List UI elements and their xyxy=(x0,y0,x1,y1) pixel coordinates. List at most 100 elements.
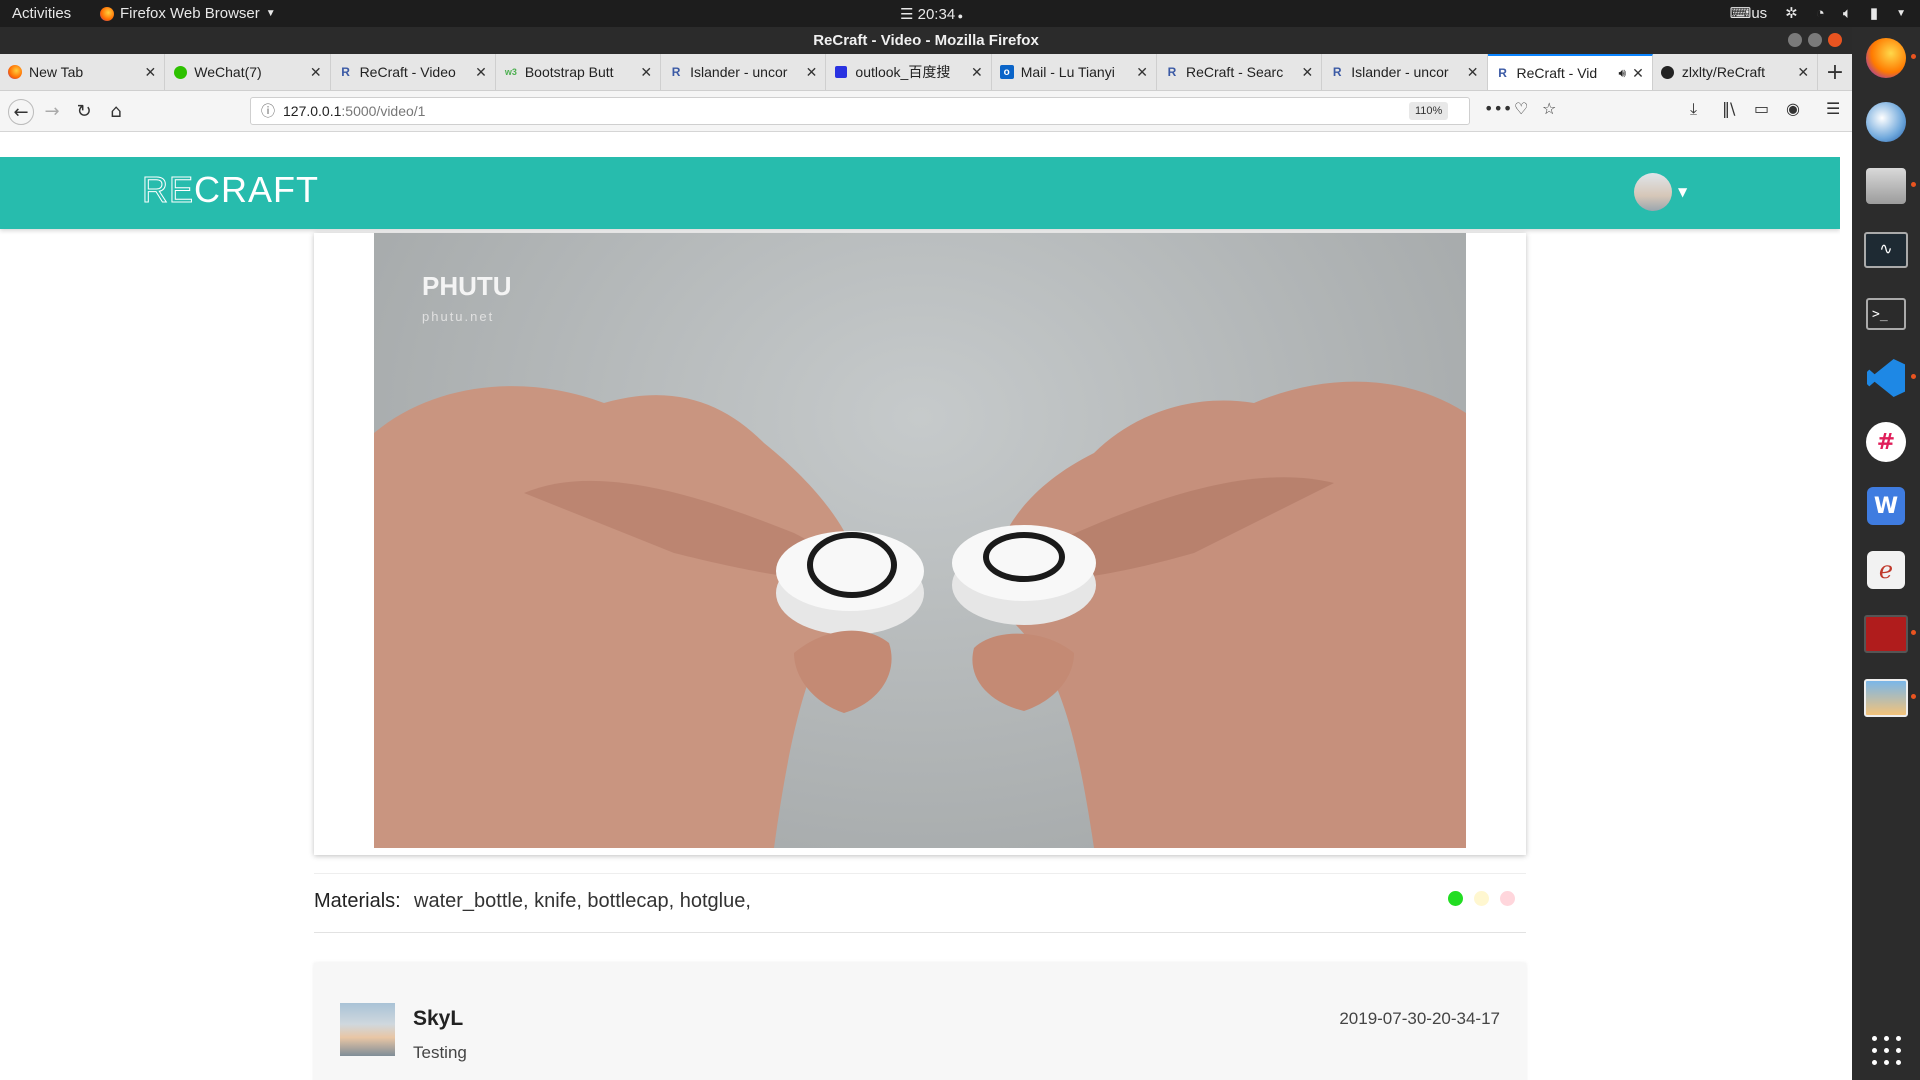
firefox-icon xyxy=(8,65,22,79)
wps-writer-icon[interactable]: W xyxy=(1863,483,1909,529)
navigation-toolbar: ← → ↻ ⌂ ⓘ 127.0.0.1:5000/video/1 110% ••… xyxy=(0,91,1852,132)
tab-label: Islander - uncor xyxy=(690,64,788,80)
tab-label: Mail - Lu Tianyi xyxy=(1020,64,1115,80)
logo-outline-text: RE xyxy=(141,169,195,211)
comment-username[interactable]: SkyL xyxy=(413,1007,463,1031)
app-menu-label: Firefox Web Browser xyxy=(120,5,260,22)
firefox-icon[interactable] xyxy=(1863,35,1916,81)
library-icon[interactable]: ‖\ xyxy=(1722,99,1735,118)
tab-baidu[interactable]: outlook_百度搜 ✕ xyxy=(826,54,992,90)
page-actions-button[interactable]: ••• xyxy=(1484,99,1512,118)
page-content: RECRAFT ▼ PHUTU phutu.net Materials: wat… xyxy=(0,157,1840,1080)
draw-icon[interactable]: ℯ xyxy=(1863,547,1909,593)
reload-button[interactable]: ↻ xyxy=(72,99,96,123)
status-dot-green xyxy=(1448,891,1463,906)
clock-time: 20:34 xyxy=(917,6,956,23)
forward-button[interactable]: → xyxy=(40,99,64,123)
activities-button[interactable]: Activities xyxy=(12,5,71,22)
tab-wechat[interactable]: WeChat(7) ✕ xyxy=(165,54,331,90)
input-method-icon[interactable]: ✲ xyxy=(1785,4,1798,22)
window-controls xyxy=(1788,33,1842,47)
tab-recraft-search[interactable]: R ReCraft - Searc ✕ xyxy=(1157,54,1323,90)
info-icon[interactable]: ⓘ xyxy=(261,98,275,124)
user-menu[interactable]: ▼ xyxy=(1634,173,1687,211)
chevron-down-icon: ▼ xyxy=(265,8,276,19)
new-tab-button[interactable]: + xyxy=(1818,54,1852,90)
outlook-icon: o xyxy=(999,65,1014,79)
home-button[interactable]: ⌂ xyxy=(104,99,128,123)
video-card: PHUTU phutu.net xyxy=(314,233,1526,855)
wechat-icon xyxy=(173,65,187,79)
close-window-button[interactable] xyxy=(1828,33,1842,47)
close-icon[interactable]: ✕ xyxy=(1632,65,1644,82)
maximize-button[interactable] xyxy=(1808,33,1822,47)
files-icon[interactable] xyxy=(1863,163,1916,209)
close-icon[interactable]: ✕ xyxy=(806,64,818,81)
notification-dot-icon: ● xyxy=(955,11,964,21)
recraft-icon: R xyxy=(1498,66,1507,80)
tab-label: Islander - uncor xyxy=(1351,64,1449,80)
terminal-icon[interactable]: >_ xyxy=(1863,291,1909,337)
close-icon[interactable]: ✕ xyxy=(1302,64,1314,81)
tab-recraft-video-active[interactable]: R ReCraft - Vid 🔊︎ ✕ xyxy=(1487,54,1653,90)
site-logo[interactable]: RECRAFT xyxy=(141,169,319,211)
github-icon xyxy=(1661,65,1675,79)
system-monitor-icon[interactable]: ∿ xyxy=(1863,227,1909,273)
close-icon[interactable]: ✕ xyxy=(310,64,322,81)
bookmark-star-icon[interactable]: ☆ xyxy=(1542,99,1556,118)
download-icon[interactable]: ⤓ xyxy=(1690,99,1697,119)
speaker-icon[interactable]: 🔊︎ xyxy=(1619,66,1627,81)
back-button[interactable]: ← xyxy=(8,99,34,125)
close-icon[interactable]: ✕ xyxy=(1467,64,1479,81)
recraft-icon: R xyxy=(671,65,681,79)
minimize-button[interactable] xyxy=(1788,33,1802,47)
battery-icon[interactable]: ▮ xyxy=(1870,4,1878,22)
account-icon[interactable]: ◉ xyxy=(1786,99,1800,118)
vscode-icon[interactable] xyxy=(1863,355,1916,401)
thunderbird-icon[interactable] xyxy=(1863,99,1909,145)
close-icon[interactable]: ✕ xyxy=(1797,64,1809,81)
tab-recraft-video[interactable]: R ReCraft - Video ✕ xyxy=(331,54,496,90)
avatar xyxy=(1634,173,1672,211)
status-dot-red xyxy=(1500,891,1515,906)
tab-bootstrap[interactable]: w3 Bootstrap Butt ✕ xyxy=(496,54,662,90)
slack-icon[interactable]: # xyxy=(1863,419,1909,465)
video-player[interactable]: PHUTU phutu.net xyxy=(374,233,1466,848)
system-tray[interactable]: ⌨us ✲ ◔ 🔈︎ ▮ ▼ xyxy=(1730,4,1906,23)
close-icon[interactable]: ✕ xyxy=(145,64,157,81)
volume-icon[interactable]: 🔈︎ xyxy=(1843,5,1852,22)
tab-strip: New Tab ✕ WeChat(7) ✕ R ReCraft - Video … xyxy=(0,54,1852,91)
hamburger-menu-icon[interactable]: ☰ xyxy=(1826,99,1840,118)
tab-new-tab[interactable]: New Tab ✕ xyxy=(0,54,166,90)
wifi-icon[interactable]: ◔ xyxy=(1816,5,1825,22)
watermark-url: phutu.net xyxy=(422,309,495,324)
close-icon[interactable]: ✕ xyxy=(1136,64,1148,81)
window-titlebar[interactable]: ReCraft - Video - Mozilla Firefox xyxy=(0,27,1852,54)
tab-github[interactable]: zlxlty/ReCraft ✕ xyxy=(1653,54,1819,90)
url-path: :5000/video/1 xyxy=(341,103,426,119)
show-applications-icon[interactable] xyxy=(1872,1036,1902,1066)
keyboard-layout[interactable]: ⌨us xyxy=(1730,4,1768,22)
zoom-level[interactable]: 110% xyxy=(1409,102,1449,120)
url-text[interactable]: 127.0.0.1:5000/video/1 xyxy=(283,98,425,124)
tab-islander-2[interactable]: R Islander - uncor ✕ xyxy=(1322,54,1488,90)
screen-recorder-icon[interactable] xyxy=(1863,611,1916,657)
app-menu[interactable]: Firefox Web Browser ▼ xyxy=(100,5,276,22)
firefox-icon xyxy=(100,6,114,21)
firefox-window: ReCraft - Video - Mozilla Firefox New Ta… xyxy=(0,27,1852,1080)
chevron-down-icon[interactable]: ▼ xyxy=(1896,8,1906,19)
close-icon[interactable]: ✕ xyxy=(971,64,983,81)
clock[interactable]: ☰ 20:34 ● xyxy=(900,5,963,23)
close-icon[interactable]: ✕ xyxy=(640,64,652,81)
sidebar-icon[interactable]: ▭ xyxy=(1754,99,1769,118)
tab-mail[interactable]: o Mail - Lu Tianyi ✕ xyxy=(992,54,1157,90)
recraft-icon: R xyxy=(1167,65,1177,79)
window-title: ReCraft - Video - Mozilla Firefox xyxy=(813,32,1039,49)
close-icon[interactable]: ✕ xyxy=(475,64,487,81)
pocket-icon[interactable]: ♡ xyxy=(1514,99,1528,118)
video-frame-image xyxy=(374,381,1466,848)
tab-label: ReCraft - Vid xyxy=(1516,65,1598,81)
tab-islander[interactable]: R Islander - uncor ✕ xyxy=(661,54,827,90)
photos-icon[interactable] xyxy=(1863,675,1916,721)
url-bar[interactable]: ⓘ 127.0.0.1:5000/video/1 110% xyxy=(250,97,1470,125)
